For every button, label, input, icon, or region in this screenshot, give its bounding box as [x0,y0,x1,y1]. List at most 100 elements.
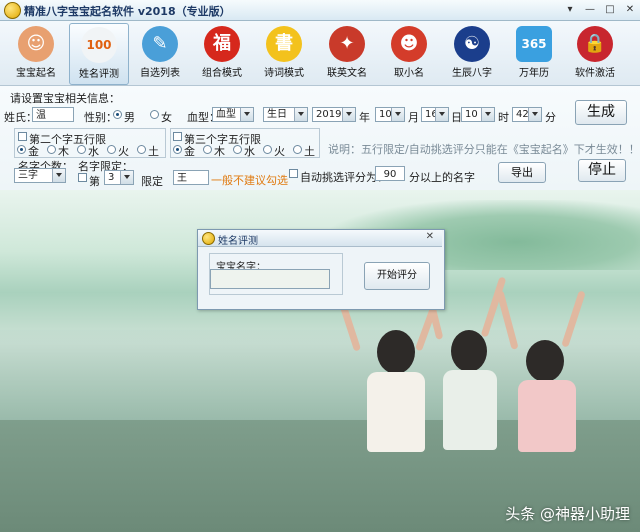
minute-unit-label: 分 [545,111,556,124]
mascot-icon: ✦ [329,26,365,62]
second-char-element-radio[interactable] [47,145,56,154]
child-figure-right [496,290,586,480]
toolbar-item-label: 取小名 [394,68,424,79]
bird-book-icon: ✎ [142,26,178,62]
birthday-select[interactable]: 生日 [263,107,308,122]
day-select[interactable]: 16 [421,107,449,122]
child-figure-middle [421,276,507,480]
toolbar-item-label: 姓名评测 [79,69,119,80]
start-scoring-button[interactable]: 开始评分 [364,262,430,290]
hour-select[interactable]: 10 [461,107,495,122]
third-char-element-checkbox[interactable] [173,132,182,141]
third-char-element-label: 火 [274,145,285,158]
second-char-element-radio[interactable] [137,145,146,154]
second-char-element-label: 木 [58,145,69,158]
toolbar-item-6[interactable]: ✦ 联英文名 [318,23,376,83]
toolbar-item-9[interactable]: 365 万年历 [505,23,563,83]
third-char-element-label: 木 [214,145,225,158]
chevron-down-icon [244,112,250,116]
third-char-element-label: 水 [244,145,255,158]
dialog-title-bar: 姓名评测 ✕ [198,230,442,247]
lock-icon: 🔒 [577,26,613,62]
second-char-element-radio[interactable] [77,145,86,154]
month-unit-label: 月 [408,111,419,124]
chevron-down-icon [439,112,445,116]
close-button[interactable]: ✕ [620,2,640,17]
second-char-element-radio[interactable] [17,145,26,154]
third-char-element-radio[interactable] [233,145,242,154]
hour-unit-label: 时 [498,111,509,124]
child-figure-left [335,292,443,480]
yin-yang-icon: ☯ [454,26,490,62]
usage-note: 说明：五行限定/自动挑选评分只能在《宝宝起名》下才生效！！！！ [328,143,640,156]
export-button[interactable]: 导出 [498,162,546,183]
surname-input[interactable]: 温 [32,107,74,122]
toolbar-item-1[interactable]: ☺ 宝宝起名 [7,23,65,83]
gender-label: 性别： [84,111,117,124]
minute-select[interactable]: 42 [512,107,542,122]
window-title: 精准八字宝宝起名软件 v2018（专业版） [24,5,231,18]
second-char-element-radio[interactable] [107,145,116,154]
gender-male-radio[interactable] [113,110,122,119]
app-window: 精准八字宝宝起名软件 v2018（专业版） ▾ — □ ✕ ☺ 宝宝起名 100 姓名… [0,0,640,532]
name-limit-checkbox[interactable] [78,173,87,182]
maximize-button[interactable]: □ [600,2,620,17]
auto-score-checkbox[interactable] [289,169,298,178]
chevron-down-icon [298,112,304,116]
gender-female-radio[interactable] [150,110,159,119]
toolbar-item-2[interactable]: 100 姓名评测 [69,23,129,85]
menu-dropdown-icon[interactable]: ▾ [560,2,580,17]
app-logo-icon [4,2,21,19]
limit-hint: 一般不建议勾选 [211,174,288,187]
auto-score-suffix: 分以上的名字 [409,171,475,184]
dialog-name-input[interactable] [210,269,330,289]
stop-button[interactable]: 停止 [578,159,626,182]
name-count-select[interactable]: 三字 [14,168,66,183]
toolbar-item-4[interactable]: 福组合模式 [193,23,251,83]
second-char-element-label: 土 [148,145,159,158]
third-char-element-label: 金 [184,145,195,158]
year-unit-label: 年 [359,111,370,124]
third-char-element-radio[interactable] [293,145,302,154]
third-char-element-label: 土 [304,145,315,158]
month-select[interactable]: 10 [375,107,405,122]
minimize-button[interactable]: — [580,2,600,17]
second-char-element-label: 水 [88,145,99,158]
lantern-icon: 福 [204,26,240,62]
second-char-element-label: 火 [118,145,129,158]
score-100-icon: 100 [81,27,117,63]
toolbar-item-5[interactable]: 書诗词模式 [255,23,313,83]
limit-char-input[interactable]: 王 [173,170,209,185]
toolbar-item-7[interactable]: ☻ 取小名 [380,23,438,83]
auto-score-input[interactable]: 90 [375,166,405,181]
third-char-element-radio[interactable] [173,145,182,154]
third-char-element-radio[interactable] [263,145,272,154]
generate-button[interactable]: 生成 [575,100,627,125]
chevron-down-icon [346,112,352,116]
second-char-element-checkbox[interactable] [18,132,27,141]
toolbar-item-label: 自选列表 [140,68,180,79]
chevron-down-icon [395,112,401,116]
calendar-365-icon: 365 [516,26,552,62]
toolbar-item-3[interactable]: ✎ 自选列表 [131,23,189,83]
toolbar-item-label: 万年历 [519,68,549,79]
toolbar-item-label: 联英文名 [327,68,367,79]
dialog-title: 姓名评测 [218,236,258,247]
toolbar-item-label: 诗词模式 [264,68,304,79]
blood-type-select[interactable]: 血型 [212,107,254,122]
chevron-down-icon [124,175,130,179]
app-logo-icon [202,232,215,245]
chevron-down-icon [485,112,491,116]
toolbar: ☺ 宝宝起名 100 姓名评测 ✎ 自选列表福组合模式書诗词模式 ✦ 联英文名 ☻ 取小名 ☯ 生辰八… [0,21,640,86]
year-select[interactable]: 2019 [312,107,356,122]
toolbar-item-label: 宝宝起名 [16,68,56,79]
toolbar-item-label: 生辰八字 [452,68,492,79]
third-char-element-radio[interactable] [203,145,212,154]
toolbar-item-10[interactable]: 🔒 软件激活 [566,23,624,83]
toolbar-item-label: 组合模式 [202,68,242,79]
gender-male-label: 男 [124,111,135,124]
open-book-icon: 書 [266,26,302,62]
position-select[interactable]: 3 [104,170,134,185]
dialog-close-button[interactable]: ✕ [426,231,434,242]
toolbar-item-8[interactable]: ☯ 生辰八字 [443,23,501,83]
